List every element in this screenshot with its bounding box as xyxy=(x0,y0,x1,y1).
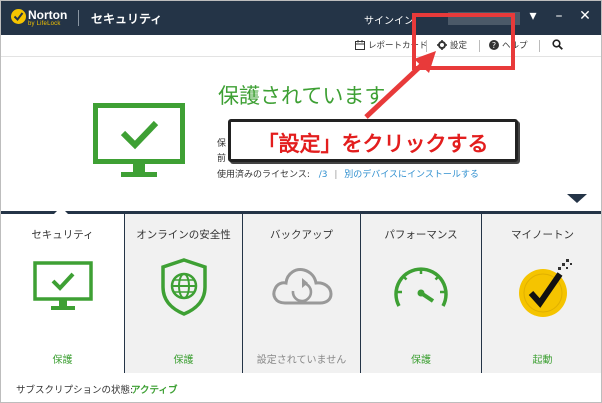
logo-sub: by LifeLock xyxy=(28,21,61,27)
tab-security[interactable]: セキュリティ 保護 xyxy=(1,207,124,373)
norton-check-icon xyxy=(11,9,26,24)
license-count: /3 xyxy=(318,170,328,180)
license-info: 使用済みのライセンス: /3 | 別のデバイスにインストールする xyxy=(217,167,479,180)
callout-text: 「設定」をクリックする xyxy=(257,132,489,156)
instruction-callout: 「設定」をクリックする xyxy=(228,119,518,162)
cloud-backup-icon xyxy=(243,263,360,314)
signin-link[interactable]: サインイン xyxy=(364,12,414,27)
tab-label: オンラインの安全性 xyxy=(136,229,231,241)
status-detail-line: 保 xyxy=(217,139,227,149)
tab-performance[interactable]: パフォーマンス 保護 xyxy=(361,214,481,373)
norton-logo: Norton by LifeLock xyxy=(11,8,73,30)
close-button[interactable]: ✕ xyxy=(576,8,594,24)
logo-name: Norton xyxy=(28,8,68,22)
tab-online-safety[interactable]: オンラインの安全性 保護 xyxy=(125,214,242,373)
license-label: 使用済みのライセンス: xyxy=(217,170,310,180)
window-title: セキュリティ xyxy=(91,12,163,26)
tab-status: 保護 xyxy=(52,355,73,366)
shield-globe-icon xyxy=(125,257,242,320)
tab-my-norton[interactable]: マイノートン 起動 xyxy=(482,214,601,373)
tab-backup[interactable]: バックアップ 設定されていません xyxy=(243,214,360,373)
search-button[interactable] xyxy=(552,39,563,53)
norton-badge-icon xyxy=(482,257,601,326)
tab-label: セキュリティ xyxy=(31,229,94,241)
tab-label: バックアップ xyxy=(270,229,333,241)
tab-label: パフォーマンス xyxy=(384,229,458,241)
norton-window: Norton by LifeLock セキュリティ サインイン ▾ – ✕ レポ… xyxy=(0,0,602,403)
arrow-icon xyxy=(364,51,436,119)
minimize-button[interactable]: – xyxy=(550,8,568,24)
status-detail-line: 前 xyxy=(217,154,227,164)
title-divider xyxy=(78,10,79,26)
subscription-footer: サブスクリプションの状態: アクティブ xyxy=(1,373,601,402)
subscription-status: アクティブ xyxy=(131,385,178,396)
tab-status: 保護 xyxy=(173,355,194,366)
expand-arrow-icon[interactable] xyxy=(567,194,587,203)
tab-status: 設定されていません xyxy=(256,355,347,366)
monitor-check-icon xyxy=(1,261,124,316)
gauge-icon xyxy=(361,260,481,319)
install-other-device-link[interactable]: 別のデバイスにインストールする xyxy=(344,170,479,180)
toolbar-divider xyxy=(539,40,540,52)
tab-label: マイノートン xyxy=(511,229,574,241)
tab-status: 起動 xyxy=(532,355,553,366)
menu-dropdown-icon[interactable]: ▾ xyxy=(524,8,542,24)
tab-status: 保護 xyxy=(411,355,431,366)
search-icon xyxy=(552,39,563,50)
license-divider: | xyxy=(334,170,338,180)
subscription-label: サブスクリプションの状態: xyxy=(16,385,134,396)
feature-tabs: セキュリティ 保護 オンラインの安全性 保護 バックアップ 設定されていません … xyxy=(1,207,601,373)
monitor-check-icon xyxy=(93,103,185,182)
active-tab-indicator xyxy=(53,207,69,215)
